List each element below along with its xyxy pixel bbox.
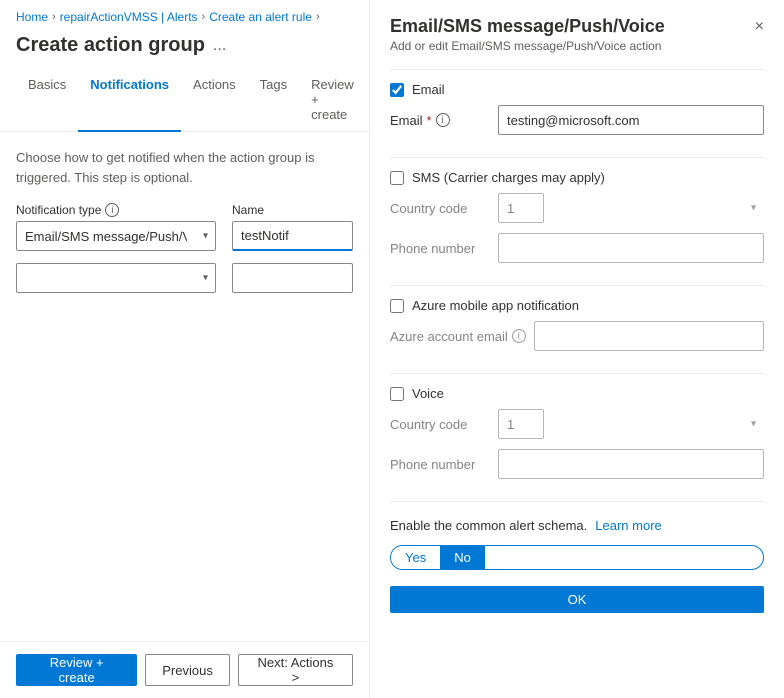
panel-divider [390, 69, 764, 70]
azure-email-info-icon[interactable]: i [512, 329, 526, 343]
email-input[interactable] [498, 105, 764, 135]
voice-country-code-row: Country code 1 ▾ [390, 409, 764, 439]
breadcrumb: Home › repairActionVMSS | Alerts › Creat… [0, 0, 369, 30]
voice-phone-input[interactable] [498, 449, 764, 479]
voice-country-code-label: Country code [390, 417, 490, 432]
notification-type-label: Notification type i [16, 203, 216, 217]
sms-check-row: SMS (Carrier charges may apply) [390, 170, 764, 185]
panel-header: Email/SMS message/Push/Voice Add or edit… [390, 16, 764, 53]
close-button[interactable]: × [751, 14, 768, 40]
sms-phone-input[interactable] [498, 233, 764, 263]
voice-checkbox[interactable] [390, 387, 404, 401]
page-title-menu-icon[interactable]: ... [213, 37, 226, 55]
tab-description: Choose how to get notified when the acti… [16, 148, 353, 187]
notification-type-group: Notification type i Email/SMS message/Pu… [16, 203, 216, 251]
breadcrumb-alerts[interactable]: repairActionVMSS | Alerts [60, 10, 198, 24]
azure-checkbox[interactable] [390, 299, 404, 313]
sms-country-code-select-wrap: 1 ▾ [498, 193, 764, 223]
second-notification-type-select[interactable] [16, 263, 216, 293]
tab-review-create[interactable]: Review + create [299, 69, 366, 132]
azure-check-row: Azure mobile app notification [390, 298, 764, 313]
ok-button[interactable]: OK [390, 586, 764, 613]
notification-type-select-wrapper: Email/SMS message/Push/Voice ▾ [16, 221, 216, 251]
email-info-icon[interactable]: i [436, 113, 450, 127]
sms-country-code-row: Country code 1 ▾ [390, 193, 764, 223]
email-field-label: Email * i [390, 113, 490, 128]
next-actions-button[interactable]: Next: Actions > [238, 654, 353, 686]
voice-phone-row: Phone number [390, 449, 764, 479]
alert-schema-no-button[interactable]: No [440, 546, 485, 569]
left-panel: Home › repairActionVMSS | Alerts › Creat… [0, 0, 370, 698]
azure-email-row: Azure account email i [390, 321, 764, 351]
notification-name-input[interactable] [232, 221, 353, 251]
page-title: Create action group [16, 34, 205, 57]
breadcrumb-create-rule[interactable]: Create an alert rule [209, 10, 312, 24]
tab-notifications[interactable]: Notifications [78, 69, 181, 132]
email-checkbox[interactable] [390, 83, 404, 97]
toggle-row: Yes No [390, 545, 764, 570]
second-name-input-group [232, 263, 353, 293]
tab-content: Choose how to get notified when the acti… [0, 132, 369, 641]
right-panel: × Email/SMS message/Push/Voice Add or ed… [370, 0, 784, 698]
alert-schema-yes-button[interactable]: Yes [391, 546, 440, 569]
voice-fields: Country code 1 ▾ Phone number [390, 409, 764, 489]
azure-checkbox-label: Azure mobile app notification [412, 298, 579, 313]
sms-section-separator [390, 157, 764, 158]
panel-subtitle: Add or edit Email/SMS message/Push/Voice… [390, 39, 764, 53]
sms-checkbox-label: SMS (Carrier charges may apply) [412, 170, 605, 185]
second-select-wrapper: ▾ [16, 263, 216, 293]
form-row-2: ▾ [16, 263, 353, 293]
panel-title: Email/SMS message/Push/Voice [390, 16, 764, 37]
sms-country-code-label: Country code [390, 201, 490, 216]
form-row-1: Notification type i Email/SMS message/Pu… [16, 203, 353, 251]
tab-basics[interactable]: Basics [16, 69, 78, 132]
tabs-bar: Basics Notifications Actions Tags Review… [0, 69, 369, 132]
voice-phone-label: Phone number [390, 457, 490, 472]
second-name-input[interactable] [232, 263, 353, 293]
bottom-bar: Review + create Previous Next: Actions > [0, 641, 369, 698]
previous-button[interactable]: Previous [145, 654, 230, 686]
azure-section-separator [390, 285, 764, 286]
sms-country-code-chevron-icon: ▾ [751, 203, 756, 214]
notification-type-info-icon[interactable]: i [105, 203, 119, 217]
notification-name-label: Name [232, 203, 353, 217]
sms-phone-row: Phone number [390, 233, 764, 263]
email-required-marker: * [427, 113, 432, 128]
alert-schema-label: Enable the common alert schema. [390, 518, 587, 533]
email-check-row: Email [390, 82, 764, 97]
page-title-row: Create action group ... [0, 30, 369, 69]
sms-checkbox[interactable] [390, 171, 404, 185]
learn-more-link[interactable]: Learn more [595, 518, 661, 533]
sms-country-code-select[interactable]: 1 [498, 193, 544, 223]
voice-country-code-select[interactable]: 1 [498, 409, 544, 439]
review-create-button[interactable]: Review + create [16, 654, 137, 686]
second-notification-type-group: ▾ [16, 263, 216, 293]
sms-phone-label: Phone number [390, 241, 490, 256]
tab-actions[interactable]: Actions [181, 69, 248, 132]
voice-check-row: Voice [390, 386, 764, 401]
tab-tags[interactable]: Tags [248, 69, 299, 132]
voice-checkbox-label: Voice [412, 386, 444, 401]
sms-fields: Country code 1 ▾ Phone number [390, 193, 764, 273]
azure-email-input[interactable] [534, 321, 764, 351]
voice-country-code-select-wrap: 1 ▾ [498, 409, 764, 439]
email-field-row: Email * i [390, 105, 764, 135]
email-checkbox-label: Email [412, 82, 445, 97]
alert-schema-separator [390, 501, 764, 502]
notification-name-group: Name [232, 203, 353, 251]
breadcrumb-home[interactable]: Home [16, 10, 48, 24]
alert-schema-toggle: Yes No [390, 545, 764, 570]
voice-country-code-chevron-icon: ▾ [751, 419, 756, 430]
voice-section-separator [390, 373, 764, 374]
azure-fields: Azure account email i [390, 321, 764, 361]
azure-email-label: Azure account email i [390, 329, 526, 344]
alert-schema-label-row: Enable the common alert schema. Learn mo… [390, 518, 764, 533]
notification-type-select[interactable]: Email/SMS message/Push/Voice [16, 221, 216, 251]
